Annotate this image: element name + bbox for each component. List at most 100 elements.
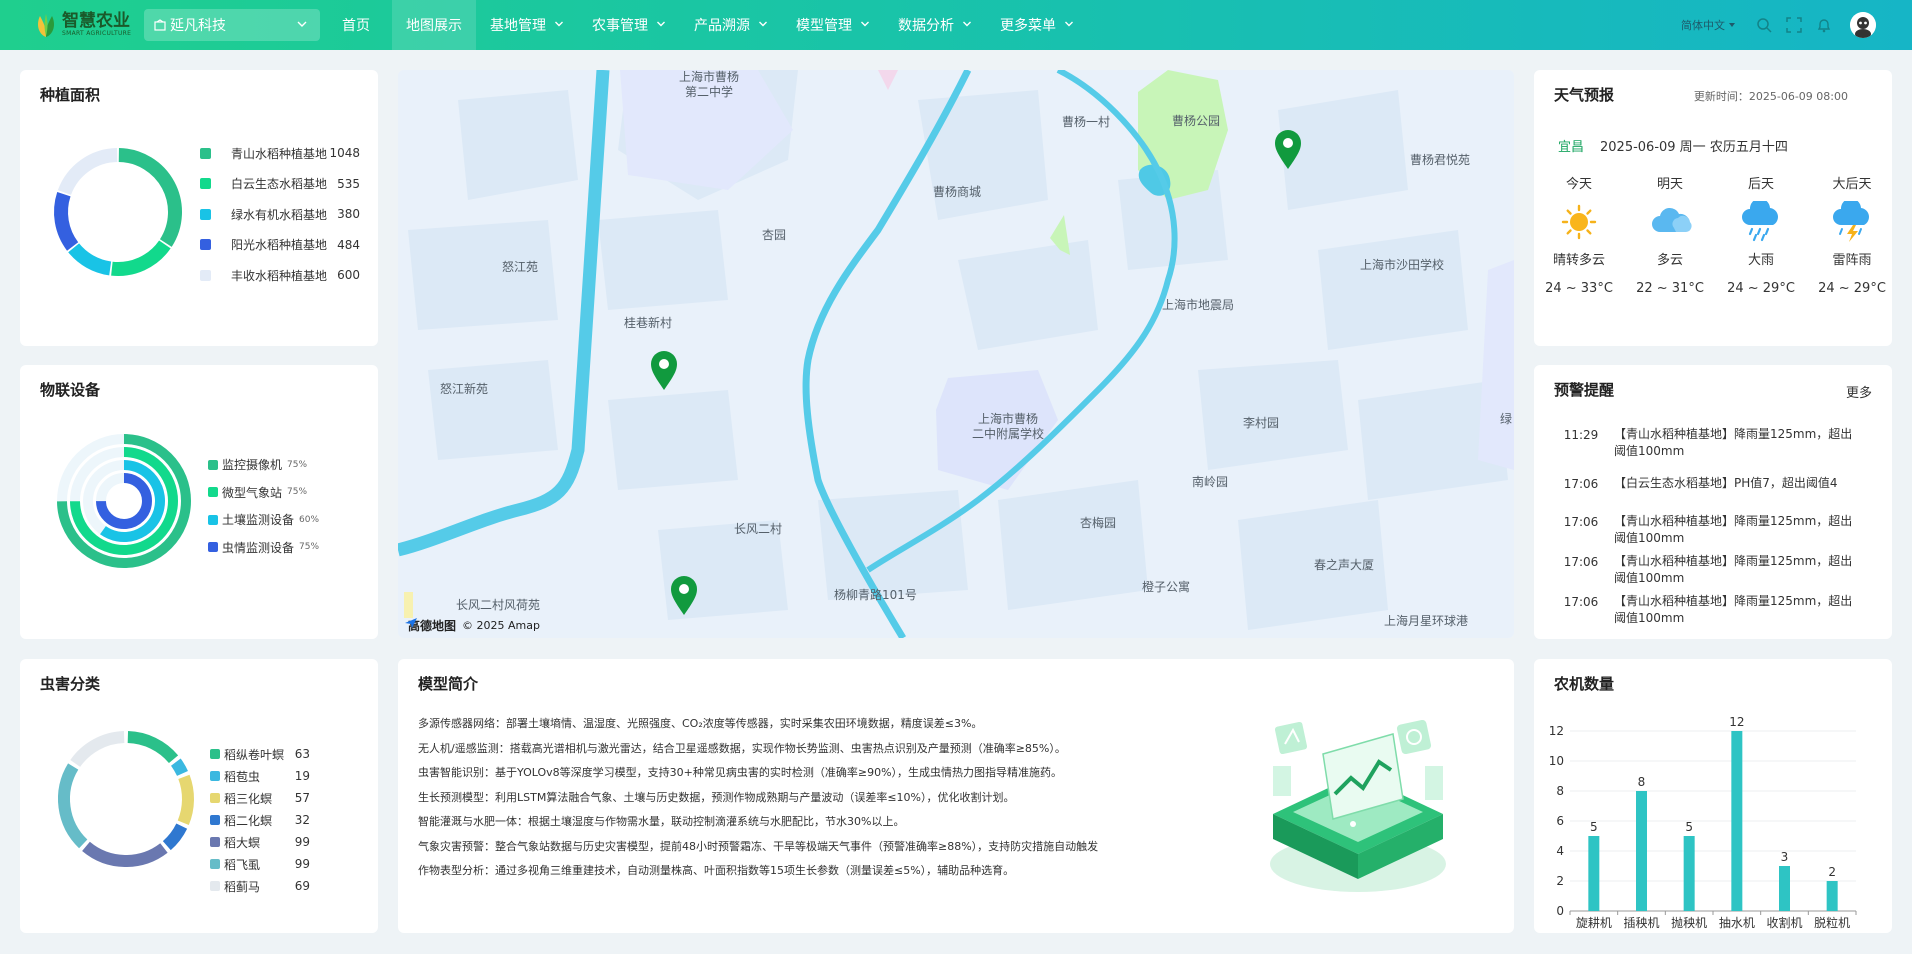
chevron-down-icon [962,17,972,33]
model-intro-card: 模型简介 多源传感器网络：部署土壤墒情、温湿度、光照强度、CO₂浓度等传感器，实… [398,659,1514,933]
y-tick-label: 2 [1556,874,1564,888]
legend-item: 白云生态水稻基地 535 [200,169,360,200]
legend-label: 稻大螟 [224,835,261,850]
rain-icon [1716,200,1806,244]
legend-percent: 75% [299,542,320,553]
fullscreen-icon[interactable] [1786,17,1802,33]
y-tick-label: 0 [1556,904,1564,918]
donut-slice [111,240,171,276]
legend-item: 青山水稻种植基地 1048 [200,138,360,169]
y-tick-label: 8 [1556,784,1564,798]
alert-time: 17:06 [1563,595,1599,609]
legend-swatch [210,859,220,869]
weather-day-temp: 24 ~ 29°C [1727,281,1795,296]
legend-swatch [208,459,218,470]
iot-devices-card: 物联设备 监控摄像机 75% 微型气象站 75% 土壤监测设备 60% 虫情监测设备 75% [20,365,378,639]
weather-day-label: 明天 [1656,177,1683,192]
alert-item[interactable]: 17:06 【青山水稻种植基地】降雨量125mm，超出阈值100mm [1554,593,1884,627]
map-place-label: 李村园 [1243,416,1280,430]
nav-item[interactable]: 地图展示 [392,0,476,50]
nav-item[interactable]: 首页 [326,0,392,50]
weather-forecast-days: 今天 晴转多云 24 ~ 33°C 明天 多云 22 ~ 31°C 后天 大雨 24 ~ 29°… [1534,176,1898,316]
machinery-card: 农机数量 0 2 4 6 8 10 12 5 旋耕机 8 插秧机 5 抛秧机 12 抽水机 3 收割机 2 脱粒机 [1534,659,1892,933]
legend-swatch [208,542,218,553]
planting-area-card: 种植面积 青山水稻种植基地 1048 白云生态水稻基地 535 绿水有机水稻基地 380 阳… [20,70,378,346]
legend-swatch [200,208,211,220]
weather-date: 2025-06-09 周一 农历五月十四 [1600,140,1788,155]
map-place-label: 桂巷新村 [624,316,673,330]
x-category-label: 脱粒机 [1814,915,1850,930]
alert-item[interactable]: 17:06 【白云生态水稻基地】PH值7，超出阈值4 [1554,475,1884,492]
nav-item-label: 地图展示 [406,18,462,34]
caret-down-icon [1729,23,1735,27]
legend-value: 380 [337,207,360,222]
weather-city: 宜昌 [1558,140,1585,155]
map-place-label: 绿 [1500,412,1513,426]
weather-day-temp: 24 ~ 33°C [1545,281,1613,296]
map-marker-icon[interactable] [650,351,678,391]
map-copyright: © 2025 Amap [462,619,540,632]
legend-label: 监控摄像机 [222,458,283,473]
model-intro-line: 多源传感器网络：部署土壤墒情、温湿度、光照强度、CO₂浓度等传感器，实时采集农田… [418,717,983,730]
x-category-label: 抽水机 [1719,916,1755,930]
bar [1779,866,1790,911]
legend-value: 600 [337,268,360,283]
y-tick-label: 4 [1556,844,1564,858]
legend-swatch [210,749,220,759]
planting-area-donut-chart [54,148,182,276]
map-place-label: 杏梅园 [1080,516,1117,530]
map-view[interactable]: 上海市曹杨 第二中学 曹杨一村 曹杨公园 曹杨商城 曹杨君悦苑 杏园 怒江苑 上海市沙田学校上… [398,70,1514,638]
language-switch[interactable]: 简体中文 [1681,17,1736,33]
weather-day-desc: 雷阵雨 [1832,253,1872,268]
alert-item[interactable]: 17:06 【青山水稻种植基地】降雨量125mm，超出阈值100mm [1554,553,1884,587]
map-marker-icon[interactable] [1274,130,1302,170]
nav-item-label: 基地管理 [490,18,546,34]
smart-farm-illustration [1270,719,1446,892]
legend-swatch [210,771,220,781]
bar-value-label: 5 [1590,820,1598,834]
bell-icon[interactable] [1816,17,1832,33]
bar-value-label: 5 [1685,820,1693,834]
chevron-down-icon [296,18,308,34]
company-select[interactable]: 延凡科技 [144,9,320,41]
nav-item[interactable]: 基地管理 [476,0,578,50]
nav-item-label: 农事管理 [592,18,648,34]
alert-time: 17:06 [1563,555,1599,569]
legend-value: 535 [337,176,360,191]
nav-item[interactable]: 数据分析 [884,0,986,50]
user-avatar[interactable] [1850,12,1876,38]
legend-value: 99 [294,857,310,871]
alerts-more-link[interactable]: 更多 [1846,382,1872,401]
weather-title: 天气预报 [1554,86,1615,104]
alert-time: 17:06 [1563,477,1599,491]
alert-message: 【白云生态水稻基地】PH值7，超出阈值4 [1614,476,1838,490]
search-icon[interactable] [1756,17,1772,33]
nav-item[interactable]: 更多菜单 [986,0,1088,50]
map-attribution: 高德地图 © 2025 Amap [404,617,540,634]
nav-item[interactable]: 模型管理 [782,0,884,50]
machinery-bar-chart: 0 2 4 6 8 10 12 5 旋耕机 8 插秧机 5 抛秧机 12 抽水机 3 收割机 2 脱粒机 [1549,715,1857,930]
alerts-card: 预警提醒 更多 11:29 【青山水稻种植基地】降雨量125mm，超出阈值100m… [1534,365,1892,639]
bar [1636,791,1647,911]
donut-slice [127,731,179,764]
legend-label: 丰收水稻种植基地 [231,268,328,283]
map-place-label: 长风二村风荷苑 [456,598,541,612]
nav-item[interactable]: 农事管理 [578,0,680,50]
pest-category-title: 虫害分类 [40,675,101,693]
map-base-layer [398,70,1514,638]
weather-day-desc: 大雨 [1747,253,1774,268]
weather-day-temp: 24 ~ 29°C [1818,281,1886,296]
legend-label: 青山水稻种植基地 [231,146,328,161]
app-logo[interactable]: 智慧农业 SMART AGRICULTURE [34,12,136,38]
map-marker-icon[interactable] [670,576,698,616]
nav-item[interactable]: 产品溯源 [680,0,782,50]
chevron-down-icon [656,17,666,33]
legend-swatch [200,178,211,190]
alert-item[interactable]: 17:06 【青山水稻种植基地】降雨量125mm，超出阈值100mm [1554,513,1884,547]
company-select-value: 延凡科技 [170,18,226,34]
weather-card: 天气预报 更新时间：2025-06-09 08:00 宜昌 2025-06-09… [1534,70,1892,346]
map-place-label: 上海市地震局 [1162,298,1235,312]
legend-label: 微型气象站 [222,485,283,500]
alert-item[interactable]: 11:29 【青山水稻种植基地】降雨量125mm，超出阈值100mm [1554,426,1884,460]
legend-item: 稻蓟马 69 [210,875,310,897]
